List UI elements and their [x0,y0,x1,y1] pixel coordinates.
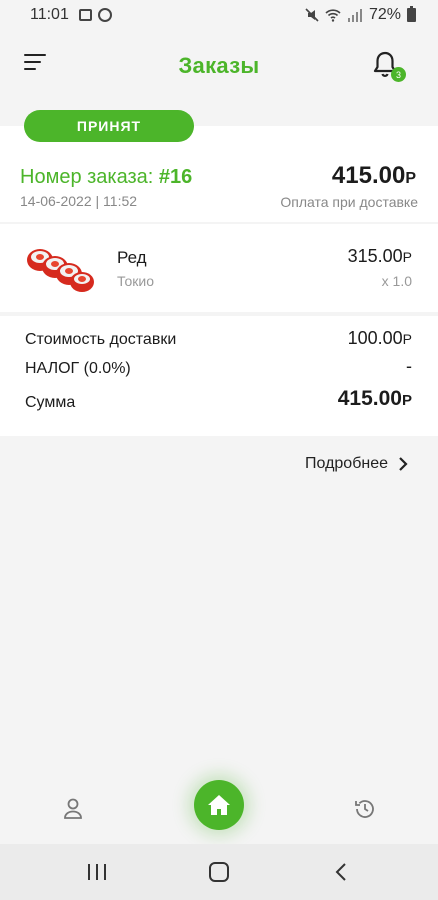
item-image [22,232,98,304]
history-icon [355,800,374,818]
currency-symbol: Р [402,249,412,265]
order-status-badge: ПРИНЯТ [24,110,194,142]
app-header: Заказы 3 [0,30,438,102]
order-item[interactable]: Ред Токио 315.00Р x 1.0 [0,224,438,312]
order-summary-card: Стоимость доставки 100.00Р НАЛОГ (0.0%) … [0,316,438,436]
system-back-button[interactable] [334,862,348,882]
currency-symbol: Р [401,392,412,409]
person-icon [64,798,82,819]
bottom-navigation [0,780,438,842]
status-time: 11:01 [30,6,69,23]
item-restaurant: Токио [117,273,154,289]
total-label: Сумма [25,394,76,411]
total-value: 415.00Р [338,387,412,411]
item-price-value: 315.00 [347,246,403,266]
details-link-label: Подробнее [305,455,388,472]
menu-button[interactable] [24,54,48,74]
order-total-value: 415.00 [331,162,406,189]
order-date: 14-06-2022 | 11:52 [20,193,138,209]
delivery-cost-value: 100.00Р [348,328,412,349]
nav-history-button[interactable] [353,797,377,821]
details-link[interactable]: Подробнее [305,455,408,473]
battery-percent: 72% [368,6,401,23]
currency-symbol: Р [402,331,412,347]
delivery-cost-amount: 100.00 [347,328,403,348]
home-icon [208,795,230,815]
item-quantity: x 1.0 [381,273,412,289]
nav-profile-button[interactable] [63,798,83,820]
notification-badge: 3 [391,67,406,82]
chevron-right-icon [399,457,408,471]
order-number-label: Номер заказа: [20,166,154,188]
total-amount: 415.00 [337,387,402,410]
nav-home-button[interactable] [194,780,244,830]
status-bar: 11:01 72% [0,0,438,30]
order-total: 415.00Р [332,162,416,190]
system-home-button[interactable] [209,862,229,882]
order-number: Номер заказа: #16 [20,166,192,189]
battery-icon [407,6,416,22]
tax-label: НАЛОГ (0.0%) [25,360,131,377]
delivery-cost-label: Стоимость доставки [25,331,177,348]
wifi-icon [325,9,341,22]
tax-value: - [406,356,412,376]
mute-icon [305,8,319,22]
page-title: Заказы [178,53,260,78]
item-price: 315.00Р [348,246,412,267]
item-name: Ред [117,248,147,267]
recent-apps-button[interactable] [88,864,106,880]
payment-method: Оплата при доставке [280,194,418,210]
signal-icon [347,9,362,22]
gallery-notification-icon [78,9,92,21]
system-navigation-bar [0,844,438,900]
back-icon [335,863,346,881]
notifications-button[interactable]: 3 [372,50,406,82]
order-number-value: #16 [158,166,193,188]
currency-symbol: Р [405,170,416,187]
whatsapp-notification-icon [97,8,112,22]
